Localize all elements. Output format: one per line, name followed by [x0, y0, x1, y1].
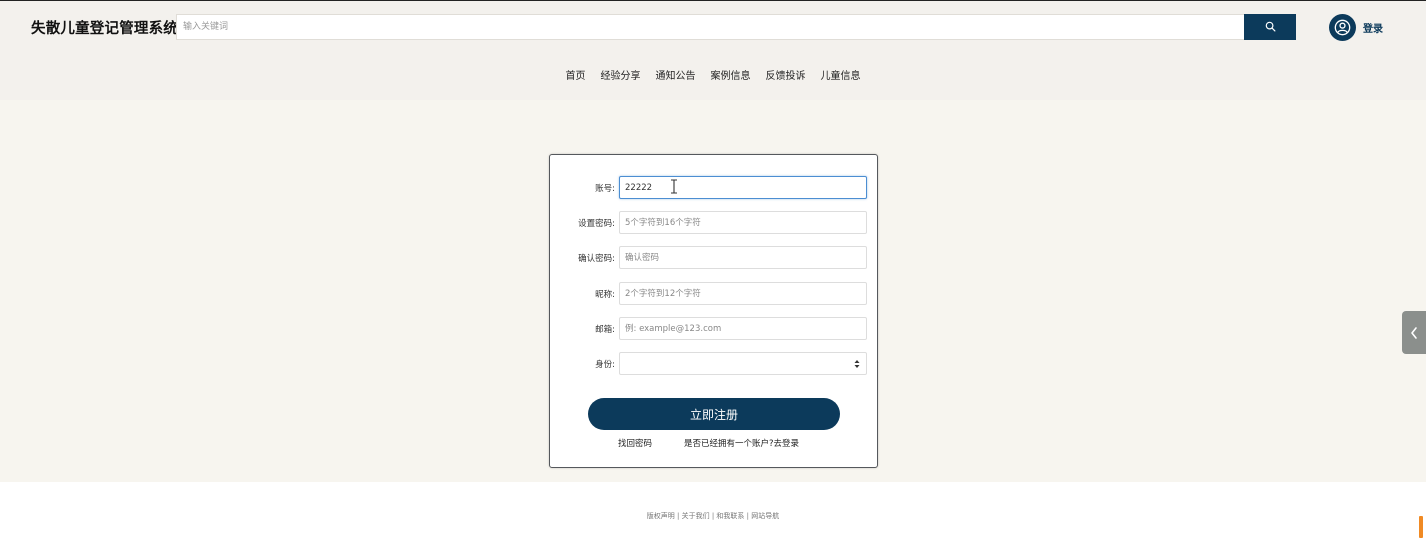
user-icon[interactable]	[1329, 14, 1356, 41]
nickname-input[interactable]	[619, 282, 867, 305]
email-input[interactable]	[619, 317, 867, 340]
password-input[interactable]	[619, 211, 867, 234]
account-label: 账号:	[595, 184, 615, 194]
nav-item-notice[interactable]: 通知公告	[656, 67, 696, 82]
text-cursor-icon	[671, 179, 677, 194]
search-icon	[1265, 20, 1276, 35]
nav-item-cases[interactable]: 案例信息	[711, 67, 751, 82]
footer-links[interactable]: 版权声明 | 关于我们 | 和我联系 | 网站导航	[0, 511, 1426, 521]
account-row: 账号:	[550, 176, 879, 200]
nickname-row: 昵称:	[550, 282, 879, 306]
scroll-indicator	[1419, 516, 1423, 538]
footer: 版权声明 | 关于我们 | 和我联系 | 网站导航	[0, 482, 1426, 538]
main-nav: 首页 经验分享 通知公告 案例信息 反馈投诉 儿童信息	[0, 67, 1426, 82]
login-link[interactable]: 登录	[1363, 20, 1383, 35]
nav-item-experience[interactable]: 经验分享	[601, 67, 641, 82]
email-row: 邮箱:	[550, 317, 879, 341]
header: 失散儿童登记管理系统 登录 首页 经验分享 通知公告 案例信息 反馈投诉 儿童信…	[0, 1, 1426, 100]
identity-label: 身份:	[595, 360, 615, 370]
identity-select[interactable]	[619, 352, 867, 375]
go-login-link[interactable]: 是否已经拥有一个账户?去登录	[684, 437, 799, 449]
password-row: 设置密码:	[550, 211, 879, 235]
register-button[interactable]: 立即注册	[588, 398, 840, 430]
email-label: 邮箱:	[595, 325, 615, 335]
select-arrows-icon	[854, 360, 860, 368]
password-label: 设置密码:	[578, 219, 615, 229]
forgot-password-link[interactable]: 找回密码	[618, 437, 652, 449]
search-button[interactable]	[1244, 14, 1296, 40]
site-title: 失散儿童登记管理系统	[31, 21, 178, 37]
nav-item-feedback[interactable]: 反馈投诉	[766, 67, 806, 82]
register-form: 账号: 设置密码: 确认密码: 昵称: 邮箱: 身份: 立即注册 找回密码 是否…	[549, 154, 878, 468]
confirm-password-label: 确认密码:	[578, 254, 615, 264]
side-toggle-tab[interactable]	[1402, 311, 1426, 354]
account-input[interactable]	[619, 176, 867, 199]
search-input[interactable]	[176, 14, 1246, 40]
confirm-password-input[interactable]	[619, 246, 867, 269]
nickname-label: 昵称:	[595, 290, 615, 300]
identity-row: 身份:	[550, 352, 879, 376]
nav-item-home[interactable]: 首页	[566, 67, 586, 82]
confirm-password-row: 确认密码:	[550, 246, 879, 270]
chevron-left-icon	[1411, 326, 1417, 339]
nav-item-children[interactable]: 儿童信息	[821, 67, 861, 82]
